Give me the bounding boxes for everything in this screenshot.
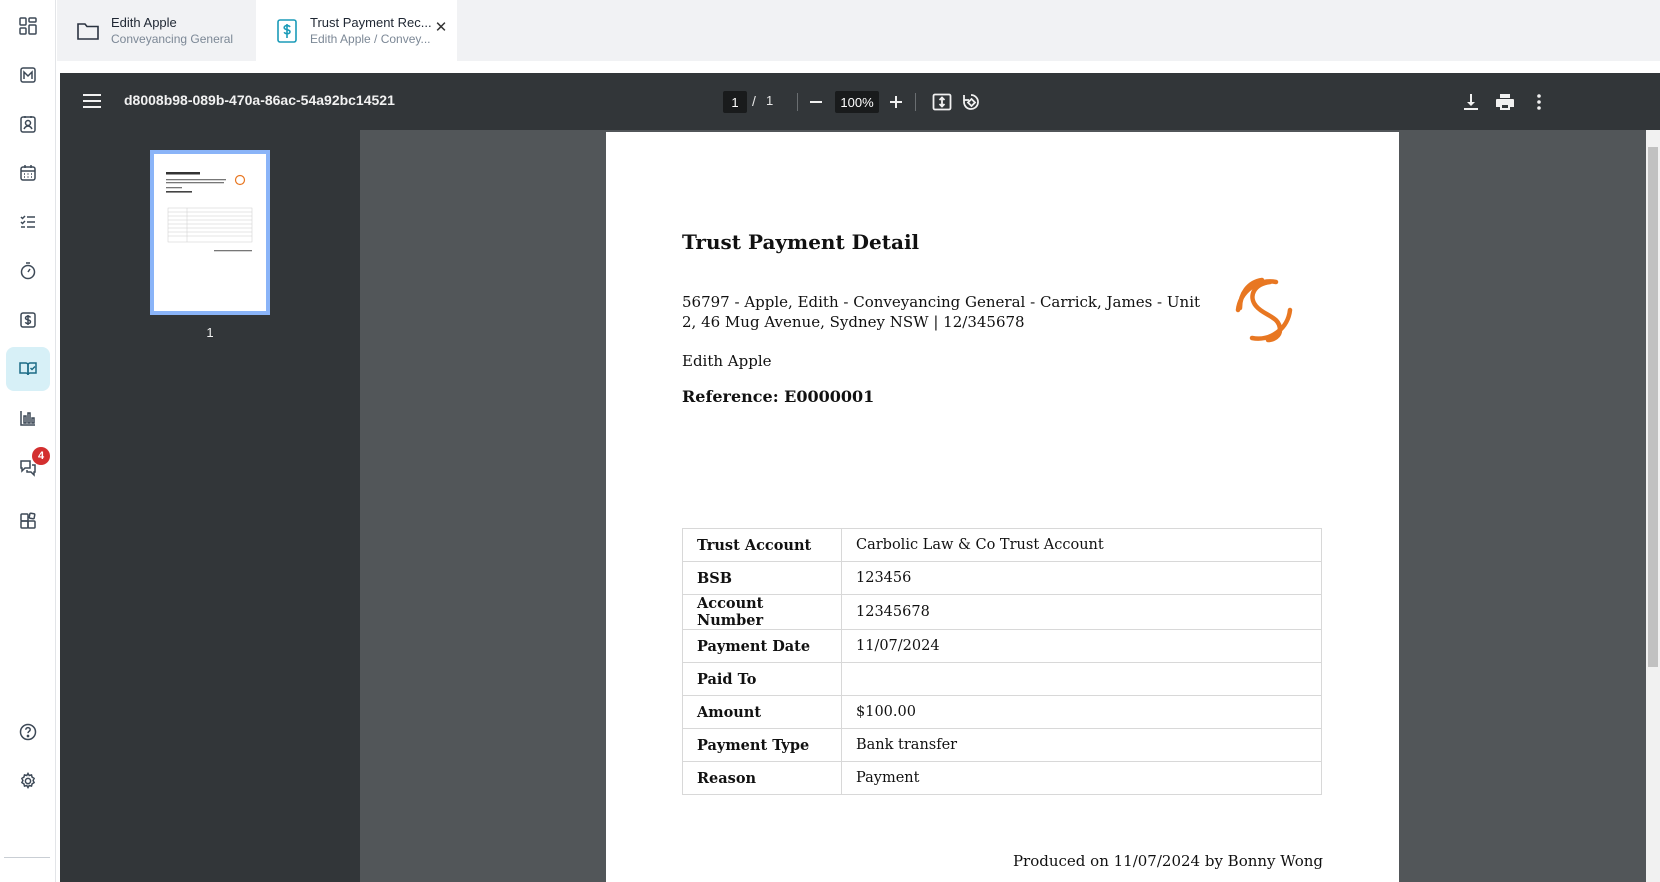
row-label: Payment Type [682,728,842,762]
row-value: 11/07/2024 [841,629,1322,663]
row-value: 123456 [841,561,1322,595]
row-label: Account Number [682,594,842,630]
messages-badge: 4 [32,447,50,465]
pdf-viewer: d8008b98-089b-470a-86ac-54a92bc14521 1 /… [60,73,1660,882]
table-row: Amount $100.00 [682,695,1322,729]
contacts-icon[interactable] [6,102,50,146]
table-row: Account Number 12345678 [682,594,1322,630]
matter-details: 56797 - Apple, Edith - Conveyancing Gene… [682,293,1201,331]
thumbnail-preview [154,154,266,311]
page-thumbnail[interactable] [150,150,270,315]
more-options-icon[interactable] [1526,89,1552,115]
tab-matter[interactable]: Edith Apple Conveyancing General [57,0,255,61]
print-icon[interactable] [1492,89,1518,115]
row-label: Trust Account [682,528,842,562]
pdf-page: Trust Payment Detail 56797 - Apple, Edit… [606,132,1399,882]
tab-title: Trust Payment Rec... [310,14,432,30]
row-label: Amount [682,695,842,729]
table-row: BSB 123456 [682,561,1322,595]
nav-rail: 4 [0,0,56,882]
matters-icon[interactable] [6,53,50,97]
document-title: Trust Payment Detail [682,230,920,254]
tab-subtitle: Conveyancing General [111,31,234,46]
toolbar-divider [915,93,916,111]
apps-icon[interactable] [6,499,50,543]
produced-by-footer: Produced on 11/07/2024 by Bonny Wong [1012,852,1323,870]
thumbnail-page-number: 1 [206,325,214,340]
row-label: Payment Date [682,629,842,663]
zoom-out-icon[interactable] [803,89,829,115]
dollar-document-icon [274,18,300,44]
table-row: Paid To [682,662,1322,696]
reference: Reference: E0000001 [682,387,875,406]
thumbnail-sidebar: 1 [60,130,360,882]
toolbar-divider [797,93,798,111]
trust-icon[interactable] [6,347,50,391]
close-icon[interactable]: ✕ [433,19,449,36]
row-value: Payment [841,761,1322,795]
help-icon[interactable] [6,710,50,754]
dashboard-icon[interactable] [6,4,50,48]
page-separator: / [752,93,756,109]
row-label: Paid To [682,662,842,696]
download-icon[interactable] [1458,89,1484,115]
messages-icon[interactable]: 4 [6,445,50,489]
settings-icon[interactable] [6,759,50,803]
row-value: Bank transfer [841,728,1322,762]
file-name: d8008b98-089b-470a-86ac-54a92bc14521 [124,92,395,108]
rotate-icon[interactable] [958,89,984,115]
page-input[interactable]: 1 [723,91,747,113]
scrollbar-thumb[interactable] [1648,147,1658,667]
page-total: 1 [766,93,774,108]
row-value: Carbolic Law & Co Trust Account [841,528,1322,562]
table-row: Trust Account Carbolic Law & Co Trust Ac… [682,528,1322,562]
table-row: Payment Type Bank transfer [682,728,1322,762]
tasks-icon[interactable] [6,200,50,244]
zoom-level-input[interactable]: 100% [835,91,879,113]
client-name: Edith Apple [682,352,772,370]
folder-icon [75,18,101,44]
row-value: $100.00 [841,695,1322,729]
table-row: Reason Payment [682,761,1322,795]
rail-divider [4,857,50,858]
row-label: Reason [682,761,842,795]
timer-icon[interactable] [6,249,50,293]
firm-logo [1226,272,1302,348]
tab-trust-payment[interactable]: Trust Payment Rec... Edith Apple / Conve… [256,0,457,61]
calendar-icon[interactable] [6,151,50,195]
row-value: 12345678 [841,594,1322,630]
billing-icon[interactable] [6,298,50,342]
tab-strip: Edith Apple Conveyancing General Trust P… [57,0,1660,61]
table-row: Payment Date 11/07/2024 [682,629,1322,663]
zoom-in-icon[interactable] [883,89,909,115]
row-value [841,662,1322,696]
menu-icon[interactable] [80,89,104,113]
fit-page-icon[interactable] [929,89,955,115]
row-label: BSB [682,561,842,595]
tab-title: Edith Apple [111,14,177,30]
reports-icon[interactable] [6,396,50,440]
payment-details-table: Trust Account Carbolic Law & Co Trust Ac… [682,528,1322,795]
scrollbar[interactable] [1646,130,1660,882]
viewer-toolbar: d8008b98-089b-470a-86ac-54a92bc14521 1 /… [60,73,1660,130]
tab-subtitle: Edith Apple / Convey... [310,31,431,46]
